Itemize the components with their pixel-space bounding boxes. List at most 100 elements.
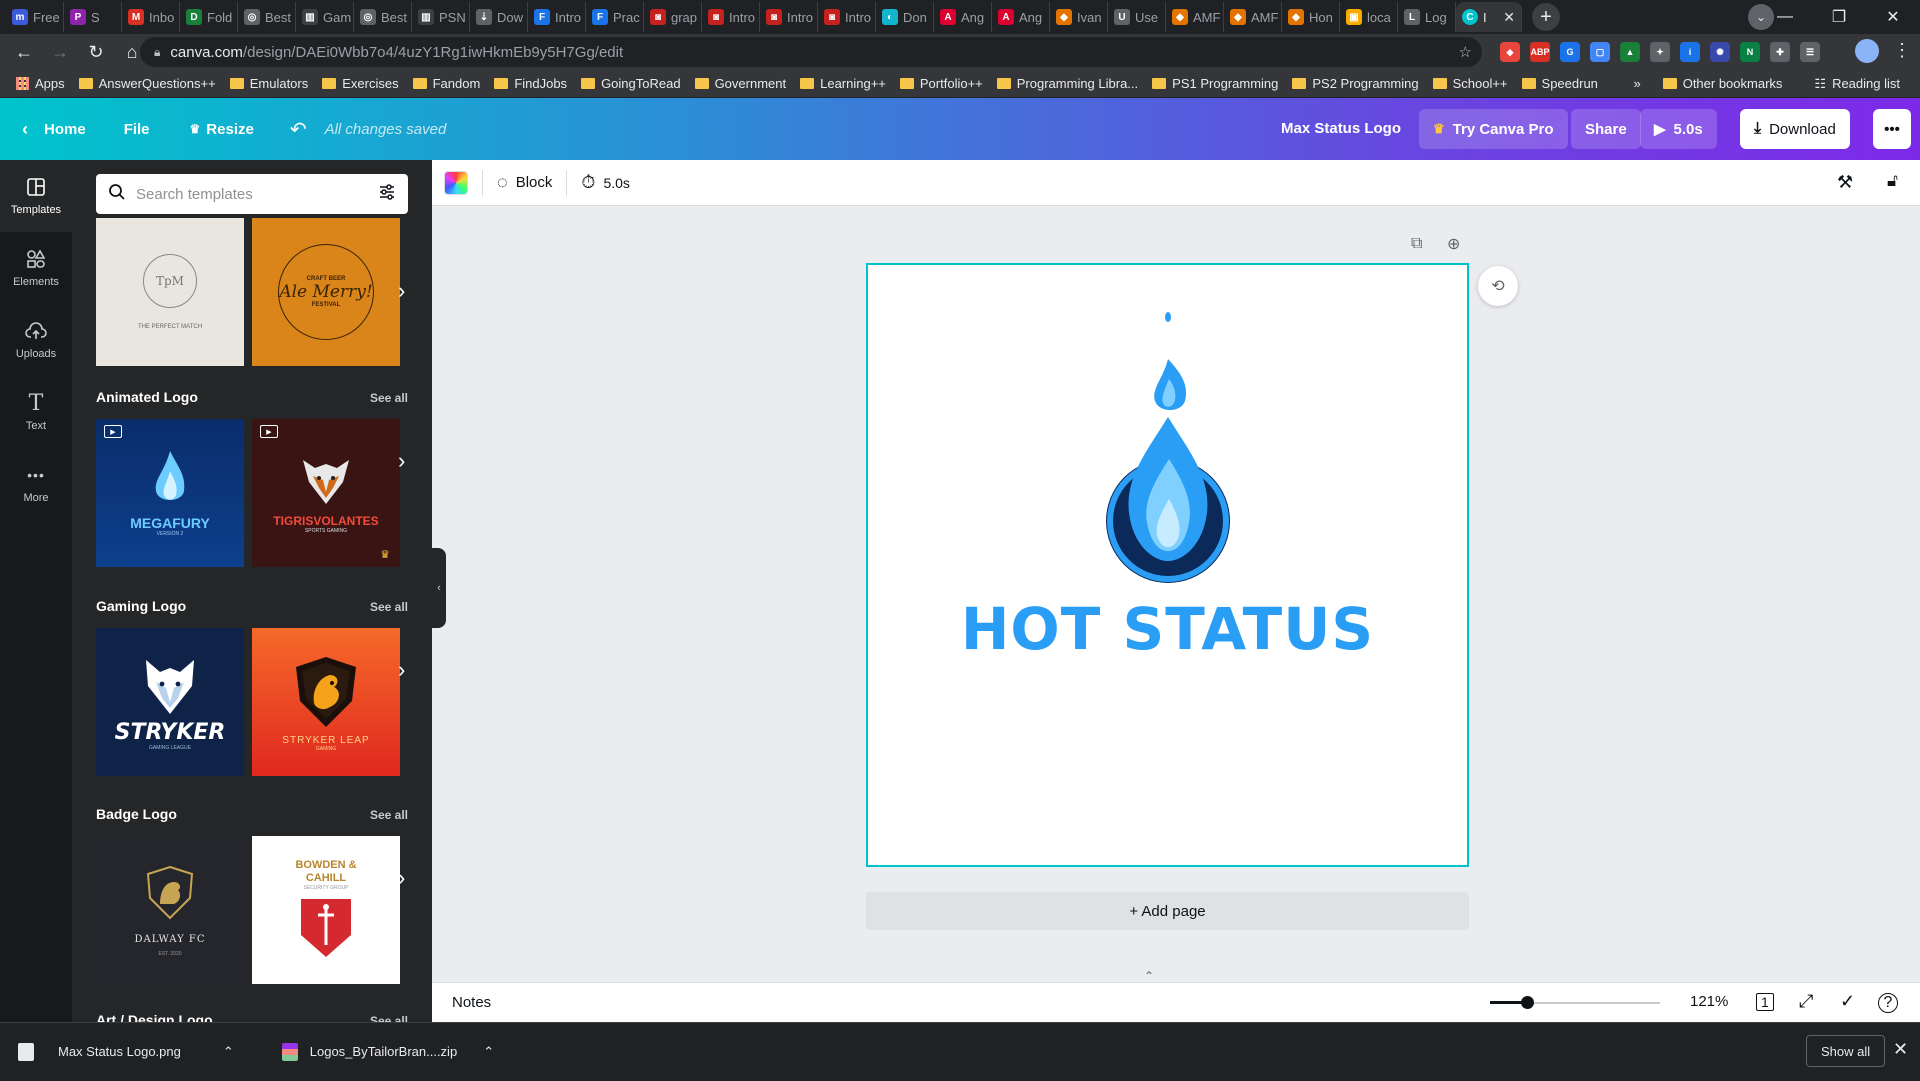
browser-tab[interactable]: ▥ Gam (296, 2, 354, 32)
template-perfect-match[interactable]: TpM THE PERFECT MATCH (96, 218, 244, 366)
bookmark-folder[interactable]: Government (691, 76, 797, 91)
check-icon[interactable]: ✓ (1840, 991, 1855, 1012)
browser-tab[interactable]: ◐ Don (876, 2, 934, 32)
browser-tab[interactable]: D Fold (180, 2, 238, 32)
rail-uploads[interactable]: Uploads (0, 304, 72, 376)
info-icon[interactable]: i (1680, 42, 1700, 62)
browser-tab[interactable]: ▥ PSN (412, 2, 470, 32)
play-button[interactable]: ▶ 5.0s (1640, 109, 1717, 149)
browser-tab[interactable]: ◙ Intro (760, 2, 818, 32)
bookmark-folder[interactable]: Exercises (318, 76, 408, 91)
search-templates-input[interactable]: Search templates (96, 174, 408, 214)
browser-tab[interactable]: U Use (1108, 2, 1166, 32)
adblock-icon[interactable]: ABP (1530, 42, 1550, 62)
see-all-link[interactable]: See all (370, 391, 408, 405)
chevron-right-icon[interactable]: › (398, 657, 405, 683)
show-all-button[interactable]: Show all (1806, 1035, 1886, 1067)
browser-tab[interactable]: M Inbo (122, 2, 180, 32)
see-all-link[interactable]: See all (370, 600, 408, 614)
drive-icon[interactable]: ▲ (1620, 42, 1640, 62)
template-megafury[interactable]: ▶ MEGAFURY VERSION 2 (96, 419, 244, 567)
download-item[interactable]: Logos_ByTailorBran....zip ⌃ (264, 1023, 512, 1081)
more-options-button[interactable]: ••• (1873, 109, 1911, 149)
bookmark-folder[interactable]: Speedrun (1518, 76, 1608, 91)
notes-button[interactable]: Notes (452, 994, 491, 1011)
logo-headline[interactable]: HOT STATUS (868, 595, 1467, 663)
collapse-panel-button[interactable]: ‹ (432, 548, 446, 628)
close-shelf-icon[interactable]: ✕ (1893, 1039, 1908, 1060)
browser-tab[interactable]: A Ang (934, 2, 992, 32)
browser-tab[interactable]: ◙ Intro (702, 2, 760, 32)
browser-tab[interactable]: ◆ AMF (1166, 2, 1224, 32)
reading-list-icon[interactable]: ☰ (1800, 42, 1820, 62)
template-ale-merry[interactable]: CRAFT BEER Ale Merry! FESTIVAL (252, 218, 400, 366)
undo-icon[interactable]: ↶ (290, 117, 307, 142)
template-stryker-leap[interactable]: STRYKER LEAP GAMING (252, 628, 400, 776)
dropbox-icon[interactable]: ✦ (1650, 42, 1670, 62)
bookmark-folder[interactable]: Portfolio++ (896, 76, 993, 91)
bookmark-folder[interactable]: GoingToRead (577, 76, 691, 91)
download-item[interactable]: Max Status Logo.png ⌃ (0, 1023, 252, 1081)
see-all-link[interactable]: See all (370, 1014, 408, 1022)
extension-icon[interactable]: ✺ (1710, 42, 1730, 62)
bookmark-folder[interactable]: Fandom (409, 76, 491, 91)
add-page-icon[interactable]: ⊕ (1447, 234, 1460, 254)
browser-tab[interactable]: ◙ grap (644, 2, 702, 32)
translate-icon[interactable]: G (1560, 42, 1580, 62)
bookmark-apps[interactable]: Apps (12, 76, 75, 91)
url-field[interactable]: 🔒︎ canva.com /design/DAEi0Wbb7o4/4uzY1Rg… (140, 37, 1482, 67)
chevron-up-icon[interactable]: ⌃ (223, 1044, 234, 1060)
fullscreen-icon[interactable]: ⤢ (1799, 991, 1813, 1012)
minimize-icon[interactable]: — (1758, 8, 1812, 26)
browser-tab[interactable]: ▣ loca (1340, 2, 1398, 32)
design-title[interactable]: Max Status Logo (1281, 120, 1401, 137)
timing-button[interactable]: ⏱︎ 5.0s (581, 172, 630, 193)
bookmark-folder[interactable]: PS2 Programming (1288, 76, 1428, 91)
zoom-slider[interactable] (1490, 996, 1660, 1009)
page-count-button[interactable]: 1 (1756, 993, 1774, 1011)
extension-icon[interactable]: ◆ (1500, 42, 1520, 62)
chevron-right-icon[interactable]: › (398, 278, 405, 304)
bookmark-folder[interactable]: PS1 Programming (1148, 76, 1288, 91)
rail-elements[interactable]: Elements (0, 232, 72, 304)
template-bowden-cahill[interactable]: BOWDEN & CAHILL SECURITY GROUP (252, 836, 400, 984)
bookmark-folder[interactable]: AnswerQuestions++ (75, 76, 226, 91)
close-tab-icon[interactable]: ✕ (1503, 9, 1515, 26)
forward-icon[interactable]: → (42, 42, 78, 63)
back-icon[interactable]: ← (6, 42, 42, 63)
animation-block-button[interactable]: ◌ Block (497, 172, 552, 193)
browser-tab[interactable]: F Prac (586, 2, 644, 32)
browser-tab[interactable]: ◆ Ivan (1050, 2, 1108, 32)
maximize-icon[interactable]: ❐ (1812, 7, 1866, 27)
close-window-icon[interactable]: ✕ (1866, 7, 1920, 27)
add-comment-icon[interactable]: ⟲ (1478, 266, 1518, 306)
puzzle-icon[interactable]: ✚ (1770, 42, 1790, 62)
template-dalway-fc[interactable]: DALWAY FC EST. 2020 (96, 836, 244, 984)
bookmark-folder[interactable]: FindJobs (490, 76, 577, 91)
template-stryker[interactable]: STRYKER GAMING LEAGUE (96, 628, 244, 776)
browser-tab[interactable]: A Ang (992, 2, 1050, 32)
browser-tab[interactable]: m Free (6, 2, 64, 32)
browser-tab[interactable]: F Intro (528, 2, 586, 32)
duplicate-page-icon[interactable]: ⧉ (1411, 235, 1422, 253)
chevron-right-icon[interactable]: › (398, 448, 405, 474)
bookmark-folder[interactable]: Programming Libra... (993, 76, 1148, 91)
expand-footer-icon[interactable]: ⌃ (1144, 969, 1154, 983)
zoom-level[interactable]: 121% (1690, 993, 1728, 1010)
chrome-menu-icon[interactable]: ⋮ (1893, 40, 1911, 61)
bookmark-folder[interactable]: School++ (1429, 76, 1518, 91)
browser-tab[interactable]: ◎ Best (238, 2, 296, 32)
home-button[interactable]: ‹ Home (22, 119, 86, 140)
reading-list[interactable]: ☷ Reading list (1810, 76, 1910, 92)
rail-templates[interactable]: Templates (0, 160, 72, 232)
filter-icon[interactable] (378, 183, 396, 206)
resize-button[interactable]: ♛ Resize (190, 121, 254, 138)
browser-tab[interactable]: ◆ AMF (1224, 2, 1282, 32)
bookmark-folder[interactable]: Learning++ (796, 76, 896, 91)
bookmark-folder[interactable]: Emulators (226, 76, 319, 91)
browser-tab[interactable]: ◎ Best (354, 2, 412, 32)
chevron-right-icon[interactable]: › (398, 865, 405, 891)
paint-format-icon[interactable]: ⚒︎ (1837, 172, 1853, 193)
rail-text[interactable]: T Text (0, 376, 72, 448)
extension-icon[interactable]: N (1740, 42, 1760, 62)
